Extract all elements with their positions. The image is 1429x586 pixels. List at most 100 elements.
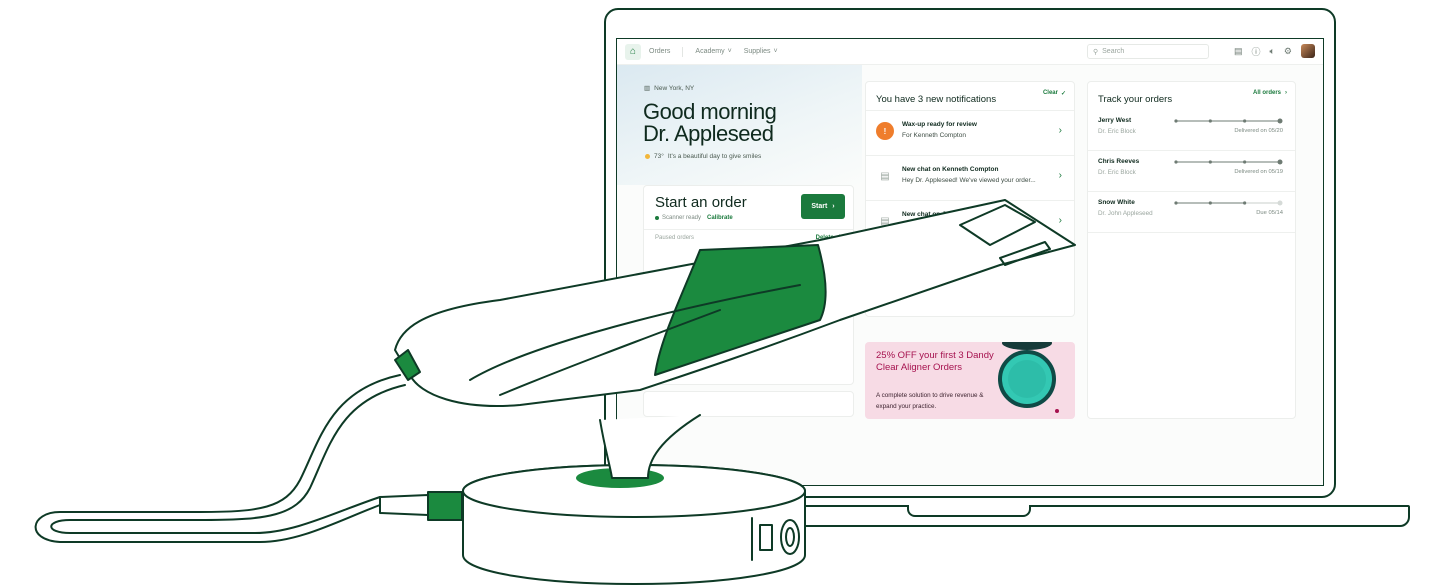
promo-title: 25% OFF your first 3 Dandy Clear Aligner… [876, 350, 994, 373]
order-doctor: Dr. Eric Block [1098, 128, 1136, 135]
chevron-right-icon: › [1058, 215, 1062, 226]
nav-academy-label: Academy [695, 48, 725, 55]
search-icon: ⚲ [1093, 48, 1099, 56]
nav-supplies[interactable]: Supplies ˅ [744, 48, 778, 55]
chevron-down-icon: ˅ [727, 48, 732, 55]
warning-icon: ! [876, 122, 894, 140]
check-icon: ✓ [1060, 91, 1066, 97]
notification-subtitle: Hey Dr. Appleseed! We've viewed your ord… [902, 177, 1036, 184]
order-status: Delivered on 05/19 [1234, 169, 1283, 175]
greeting-line1: Good morning [643, 99, 777, 124]
progress-step [1208, 119, 1212, 123]
aligner-case-image [998, 350, 1056, 408]
chat-icon: ▤ [880, 215, 890, 227]
nav-divider [682, 46, 684, 57]
location: ▥ New York, NY [644, 84, 694, 93]
chevron-down-icon: ˅ [773, 48, 778, 55]
top-navigation: ⌂ Orders Academy ˅ Supplies ˅ ⚲ Search ▤ ⓘ… [617, 39, 1323, 65]
progress-step [1243, 119, 1247, 123]
home-icon[interactable]: ⌂ [625, 43, 641, 60]
calibrate-link[interactable]: Calibrate [707, 215, 733, 221]
order-doctor: Dr. John Appleseed [1098, 210, 1153, 217]
order-row[interactable]: Snow White Dr. John Appleseed Due 05/14 [1088, 192, 1295, 233]
chat-icon: ▤ [880, 170, 890, 182]
status-dot [655, 216, 659, 220]
temperature: 73° [654, 153, 664, 160]
notification-title: Wax-up ready for review [902, 121, 977, 128]
order-row[interactable]: Jerry West Dr. Eric Block Delivered on 05/… [1088, 110, 1295, 151]
progress-step [1174, 119, 1178, 123]
order-progress-track [1174, 159, 1283, 165]
progress-step [1208, 201, 1212, 205]
order-status: Delivered on 05/20 [1234, 128, 1283, 134]
settings-icon[interactable]: ⚙ [1284, 46, 1292, 57]
greeting-line2: Dr. Appleseed [643, 121, 774, 146]
promo-description: A complete solution to drive revenue & e… [876, 392, 984, 410]
nav-academy[interactable]: Academy ˅ [695, 48, 731, 55]
progress-step [1208, 160, 1212, 164]
clear-button[interactable]: Clear ✓ [1043, 90, 1066, 97]
chevron-right-icon: › [1285, 90, 1287, 96]
scanner-status-text: Scanner ready [662, 215, 702, 221]
progress-step [1174, 201, 1178, 205]
app-screen: ⌂ Orders Academy ˅ Supplies ˅ ⚲ Search ▤ ⓘ… [616, 38, 1324, 486]
paused-orders-label: Paused orders [655, 235, 695, 241]
notification-title: New chat on Kenneth Compton [902, 166, 999, 173]
chevron-right-icon: › [1058, 125, 1062, 136]
start-button-label: Start [811, 203, 828, 210]
weather-text: It's a beautiful day to give smiles [667, 153, 762, 160]
chevron-right-icon: › [1058, 170, 1062, 181]
aligner-case-lid [1002, 342, 1052, 350]
search-input[interactable]: ⚲ Search [1087, 44, 1209, 59]
laptop-notch [907, 505, 1031, 517]
paused-orders-header: Paused orders Delete all [644, 229, 853, 246]
avatar[interactable] [1301, 44, 1315, 58]
bottom-input[interactable] [643, 391, 854, 417]
order-row[interactable]: Chris Reeves Dr. Eric Block Delivered on 0… [1088, 151, 1295, 192]
track-orders-card: Track your orders All orders › Jerry Wes… [1087, 81, 1296, 419]
notification-item[interactable]: ▤ New chat on Jenny Seat... No problem..… [866, 200, 1074, 245]
help-icon[interactable]: ⓘ [1252, 45, 1261, 58]
sun-icon [645, 154, 650, 159]
notification-subtitle: For Kenneth Compton [902, 132, 966, 139]
search-placeholder: Search [1102, 48, 1125, 55]
nav-supplies-label: Supplies [743, 48, 771, 55]
track-orders-header: Track your orders [1098, 94, 1173, 105]
chat-icon[interactable]: ▤ [1234, 46, 1243, 57]
progress-step [1277, 118, 1283, 124]
notification-subtitle: No problem... [902, 222, 942, 229]
order-progress-track [1174, 200, 1283, 206]
notification-item[interactable]: ▤ New chat on Kenneth Compton Hey Dr. Ap… [866, 155, 1074, 200]
order-patient: Jerry West [1098, 117, 1132, 124]
start-button[interactable]: Start › [801, 194, 845, 219]
sound-icon[interactable]: 🔈︎ [1270, 46, 1275, 57]
order-status: Due 05/14 [1256, 210, 1283, 216]
chevron-right-icon: › [832, 203, 835, 210]
delete-all-button[interactable]: Delete all [816, 235, 842, 241]
clear-label: Clear [1042, 90, 1058, 96]
progress-step [1243, 201, 1247, 205]
start-order-title: Start an order [655, 194, 747, 211]
progress-step [1243, 160, 1247, 164]
building-icon: ▥ [644, 85, 651, 92]
weather: 73° It's a beautiful day to give smiles [645, 153, 761, 160]
all-orders-label: All orders [1252, 90, 1281, 96]
toolbar-icons: ▤ ⓘ 🔈︎ ⚙ [1234, 44, 1315, 58]
notification-item[interactable]: ! Wax-up ready for review For Kenneth Co… [866, 110, 1074, 155]
greeting-title: Good morning Dr. Appleseed [643, 99, 777, 146]
carousel-dot[interactable] [1055, 409, 1059, 413]
promo-banner[interactable]: 25% OFF your first 3 Dandy Clear Aligner… [865, 342, 1075, 419]
notifications-card: You have 3 new notifications Clear ✓ ! W… [865, 81, 1075, 317]
notifications-header: You have 3 new notifications [876, 94, 997, 105]
order-patient: Snow White [1098, 199, 1135, 206]
nav-orders[interactable]: Orders [649, 48, 670, 55]
order-doctor: Dr. Eric Block [1098, 169, 1136, 176]
progress-step [1174, 160, 1178, 164]
nav-orders-label: Orders [649, 48, 671, 55]
scanner-status: Scanner ready Calibrate [655, 215, 733, 221]
progress-step [1277, 200, 1283, 206]
start-order-card: Start an order Scanner ready Calibrate S… [643, 185, 854, 385]
order-patient: Chris Reeves [1098, 158, 1140, 165]
progress-step [1277, 159, 1283, 165]
all-orders-link[interactable]: All orders › [1253, 90, 1287, 96]
